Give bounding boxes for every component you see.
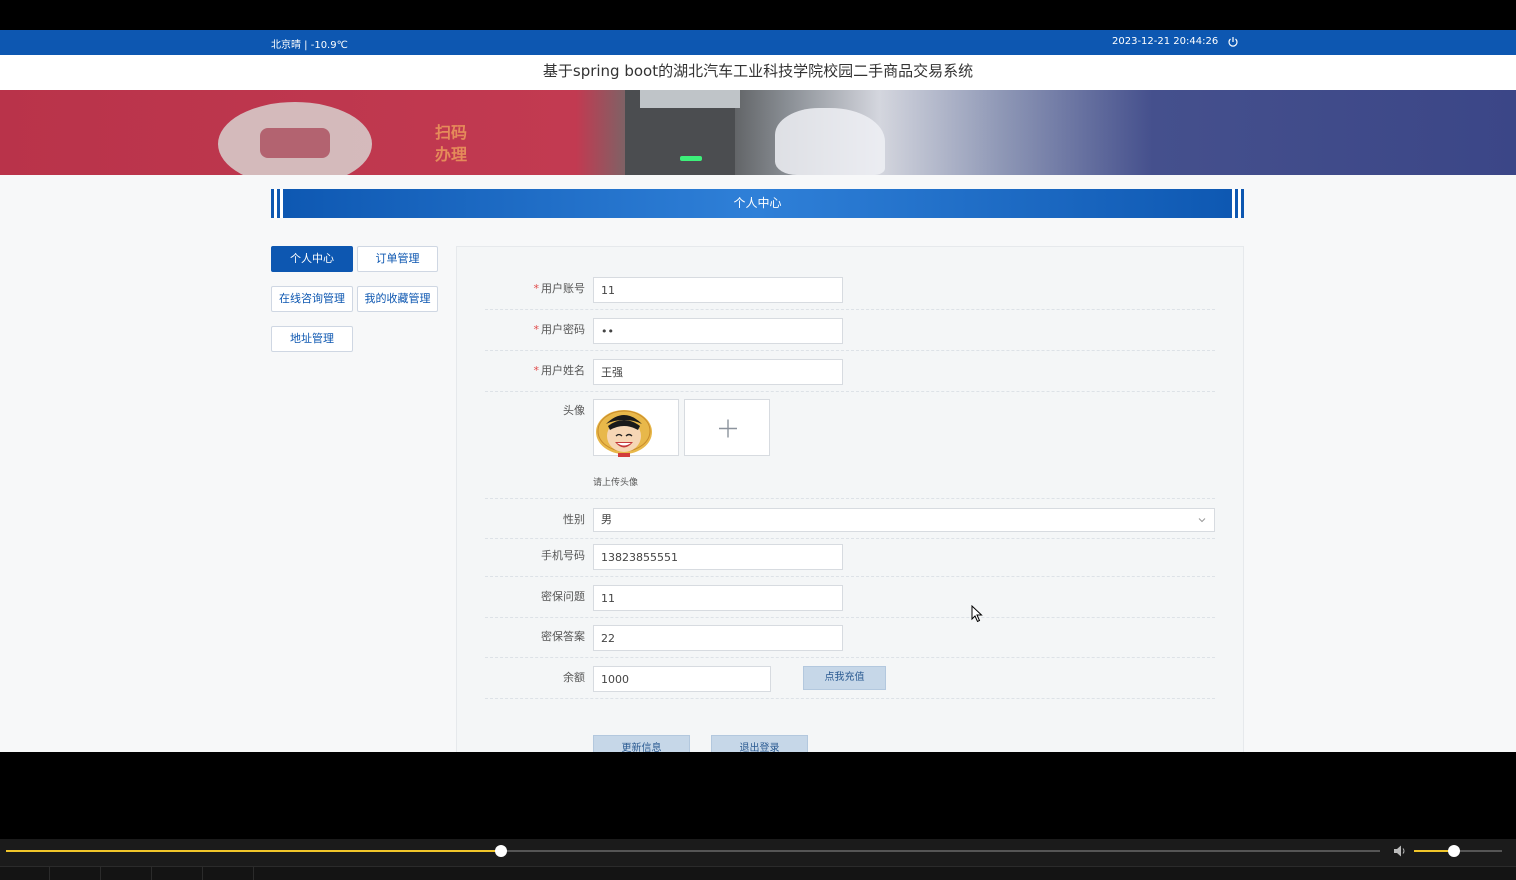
volume-handle[interactable] bbox=[1447, 845, 1460, 857]
section-title: 个人中心 bbox=[733, 196, 782, 210]
password-input[interactable] bbox=[593, 318, 843, 344]
profile-form: *用户账号 *用户密码 *用户姓名 头像 bbox=[456, 246, 1244, 752]
tab-my-favorites[interactable]: 我的收藏管理 bbox=[357, 286, 438, 312]
balance-input[interactable] bbox=[593, 666, 771, 692]
site-title: 基于spring boot的湖北汽车工业科技学院校园二手商品交易系统 bbox=[0, 55, 1516, 90]
section-header: 个人中心 bbox=[271, 189, 1244, 218]
row-password: * 用户密码 bbox=[485, 318, 1215, 351]
top-info-bar: 北京晴 | -10.9℃ 2023-12-21 20:44:26 bbox=[0, 30, 1516, 55]
password-label: 用户密码 bbox=[541, 323, 585, 336]
top-letterbox bbox=[0, 0, 1516, 30]
row-account: * 用户账号 bbox=[485, 277, 1215, 310]
security-answer-label: 密保答案 bbox=[541, 630, 585, 643]
datetime-text: 2023-12-21 20:44:26 bbox=[1112, 36, 1219, 47]
volume-slider[interactable] bbox=[1414, 845, 1502, 857]
upload-avatar-button[interactable] bbox=[684, 399, 770, 456]
update-info-button[interactable]: 更新信息 bbox=[593, 735, 690, 752]
progress-handle[interactable] bbox=[494, 845, 507, 857]
progress-bar[interactable] bbox=[6, 845, 1380, 857]
row-balance: 余额 点我充值 bbox=[485, 666, 1215, 699]
banner-image: 扫码 办理 bbox=[0, 90, 1516, 175]
row-phone: 手机号码 bbox=[485, 544, 1215, 577]
video-player-controls bbox=[0, 839, 1516, 880]
plus-icon bbox=[719, 419, 737, 438]
weather-text: 北京晴 | -10.9℃ bbox=[271, 40, 348, 51]
row-name: * 用户姓名 bbox=[485, 359, 1215, 392]
chevron-down-icon bbox=[1198, 518, 1206, 523]
tab-order-management[interactable]: 订单管理 bbox=[357, 246, 438, 272]
security-answer-input[interactable] bbox=[593, 625, 843, 651]
phone-label: 手机号码 bbox=[541, 549, 585, 562]
row-avatar: 头像 请上传头像 bbox=[485, 399, 1215, 499]
row-security-question: 密保问题 bbox=[485, 585, 1215, 618]
web-page: 北京晴 | -10.9℃ 2023-12-21 20:44:26 基于sprin… bbox=[0, 30, 1516, 752]
account-input[interactable] bbox=[593, 277, 843, 303]
tab-personal-center[interactable]: 个人中心 bbox=[271, 246, 353, 272]
name-label: 用户姓名 bbox=[541, 364, 585, 377]
phone-input[interactable] bbox=[593, 544, 843, 570]
tab-address[interactable]: 地址管理 bbox=[271, 326, 353, 352]
volume-icon[interactable] bbox=[1392, 844, 1408, 858]
security-question-label: 密保问题 bbox=[541, 590, 585, 603]
upload-hint: 请上传头像 bbox=[593, 478, 639, 488]
avatar bbox=[596, 410, 652, 457]
logout-button[interactable]: 退出登录 bbox=[711, 735, 808, 752]
mouse-cursor-icon bbox=[971, 605, 983, 623]
power-icon[interactable] bbox=[1227, 36, 1239, 48]
security-question-input[interactable] bbox=[593, 585, 843, 611]
progress-fill bbox=[6, 850, 501, 852]
gender-select[interactable]: 男 bbox=[593, 508, 1215, 532]
row-security-answer: 密保答案 bbox=[485, 625, 1215, 658]
gender-label: 性别 bbox=[563, 513, 585, 526]
row-gender: 性别 男 bbox=[485, 508, 1215, 539]
tab-online-consult[interactable]: 在线咨询管理 bbox=[271, 286, 353, 312]
name-input[interactable] bbox=[593, 359, 843, 385]
avatar-label: 头像 bbox=[563, 404, 585, 417]
account-label: 用户账号 bbox=[541, 282, 585, 295]
banner-sign: 扫码 办理 bbox=[435, 123, 468, 164]
player-bottom-strip bbox=[0, 866, 1516, 880]
balance-label: 余额 bbox=[563, 671, 585, 684]
recharge-button[interactable]: 点我充值 bbox=[803, 666, 886, 690]
avatar-preview[interactable] bbox=[593, 399, 679, 457]
